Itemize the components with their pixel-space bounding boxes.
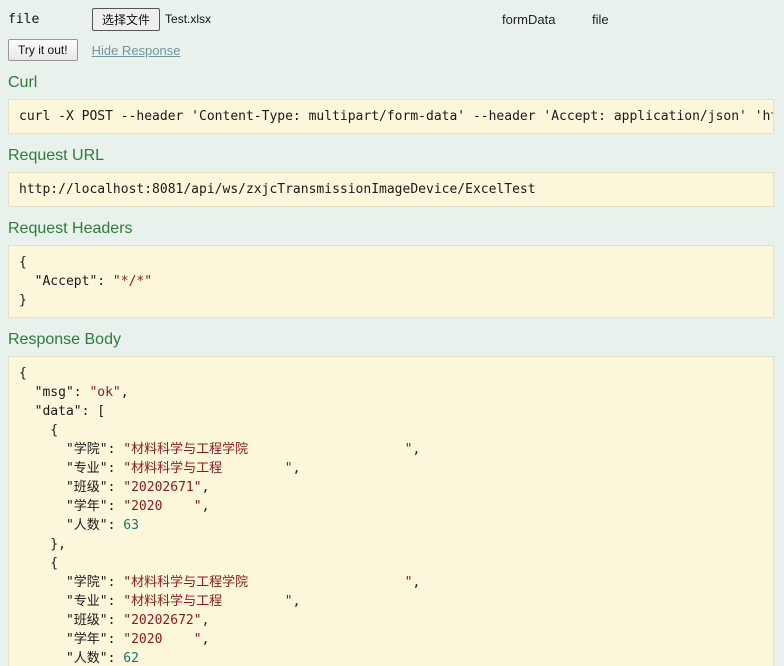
parameter-data-type: file [592, 11, 609, 27]
response-body-box[interactable]: { "msg": "ok", "data": [ { "学院": "材料科学与工… [8, 356, 774, 666]
request-url-text: http://localhost:8081/api/ws/zxjcTransmi… [19, 182, 536, 197]
request-headers-box: { "Accept": "*/*" } [8, 245, 774, 318]
selected-file-name: Test.xlsx [165, 12, 212, 26]
curl-command-box[interactable]: curl -X POST --header 'Content-Type: mul… [8, 99, 774, 134]
curl-section-heading: Curl [8, 74, 38, 91]
file-input[interactable]: 选择文件 Test.xlsx [92, 7, 502, 31]
response-body-text: { "msg": "ok", "data": [ { "学院": "材料科学与工… [19, 366, 421, 666]
swagger-operation-panel: file 选择文件 Test.xlsx formData file Try it… [0, 0, 784, 666]
try-it-out-button[interactable]: Try it out! [8, 39, 78, 61]
parameter-type: formData [502, 11, 556, 27]
parameter-name: file [8, 11, 40, 27]
actions-row: Try it out! Hide Response [8, 39, 774, 61]
request-url-section-heading: Request URL [8, 147, 105, 164]
hide-response-link[interactable]: Hide Response [92, 43, 181, 58]
curl-command-text: curl -X POST --header 'Content-Type: mul… [19, 109, 773, 124]
choose-file-button[interactable]: 选择文件 [92, 7, 161, 31]
response-body-section-heading: Response Body [8, 331, 121, 348]
request-headers-text: { "Accept": "*/*" } [19, 255, 153, 308]
request-url-box: http://localhost:8081/api/ws/zxjcTransmi… [8, 172, 774, 207]
parameter-row: file 选择文件 Test.xlsx formData file [8, 7, 774, 31]
request-headers-section-heading: Request Headers [8, 220, 133, 237]
